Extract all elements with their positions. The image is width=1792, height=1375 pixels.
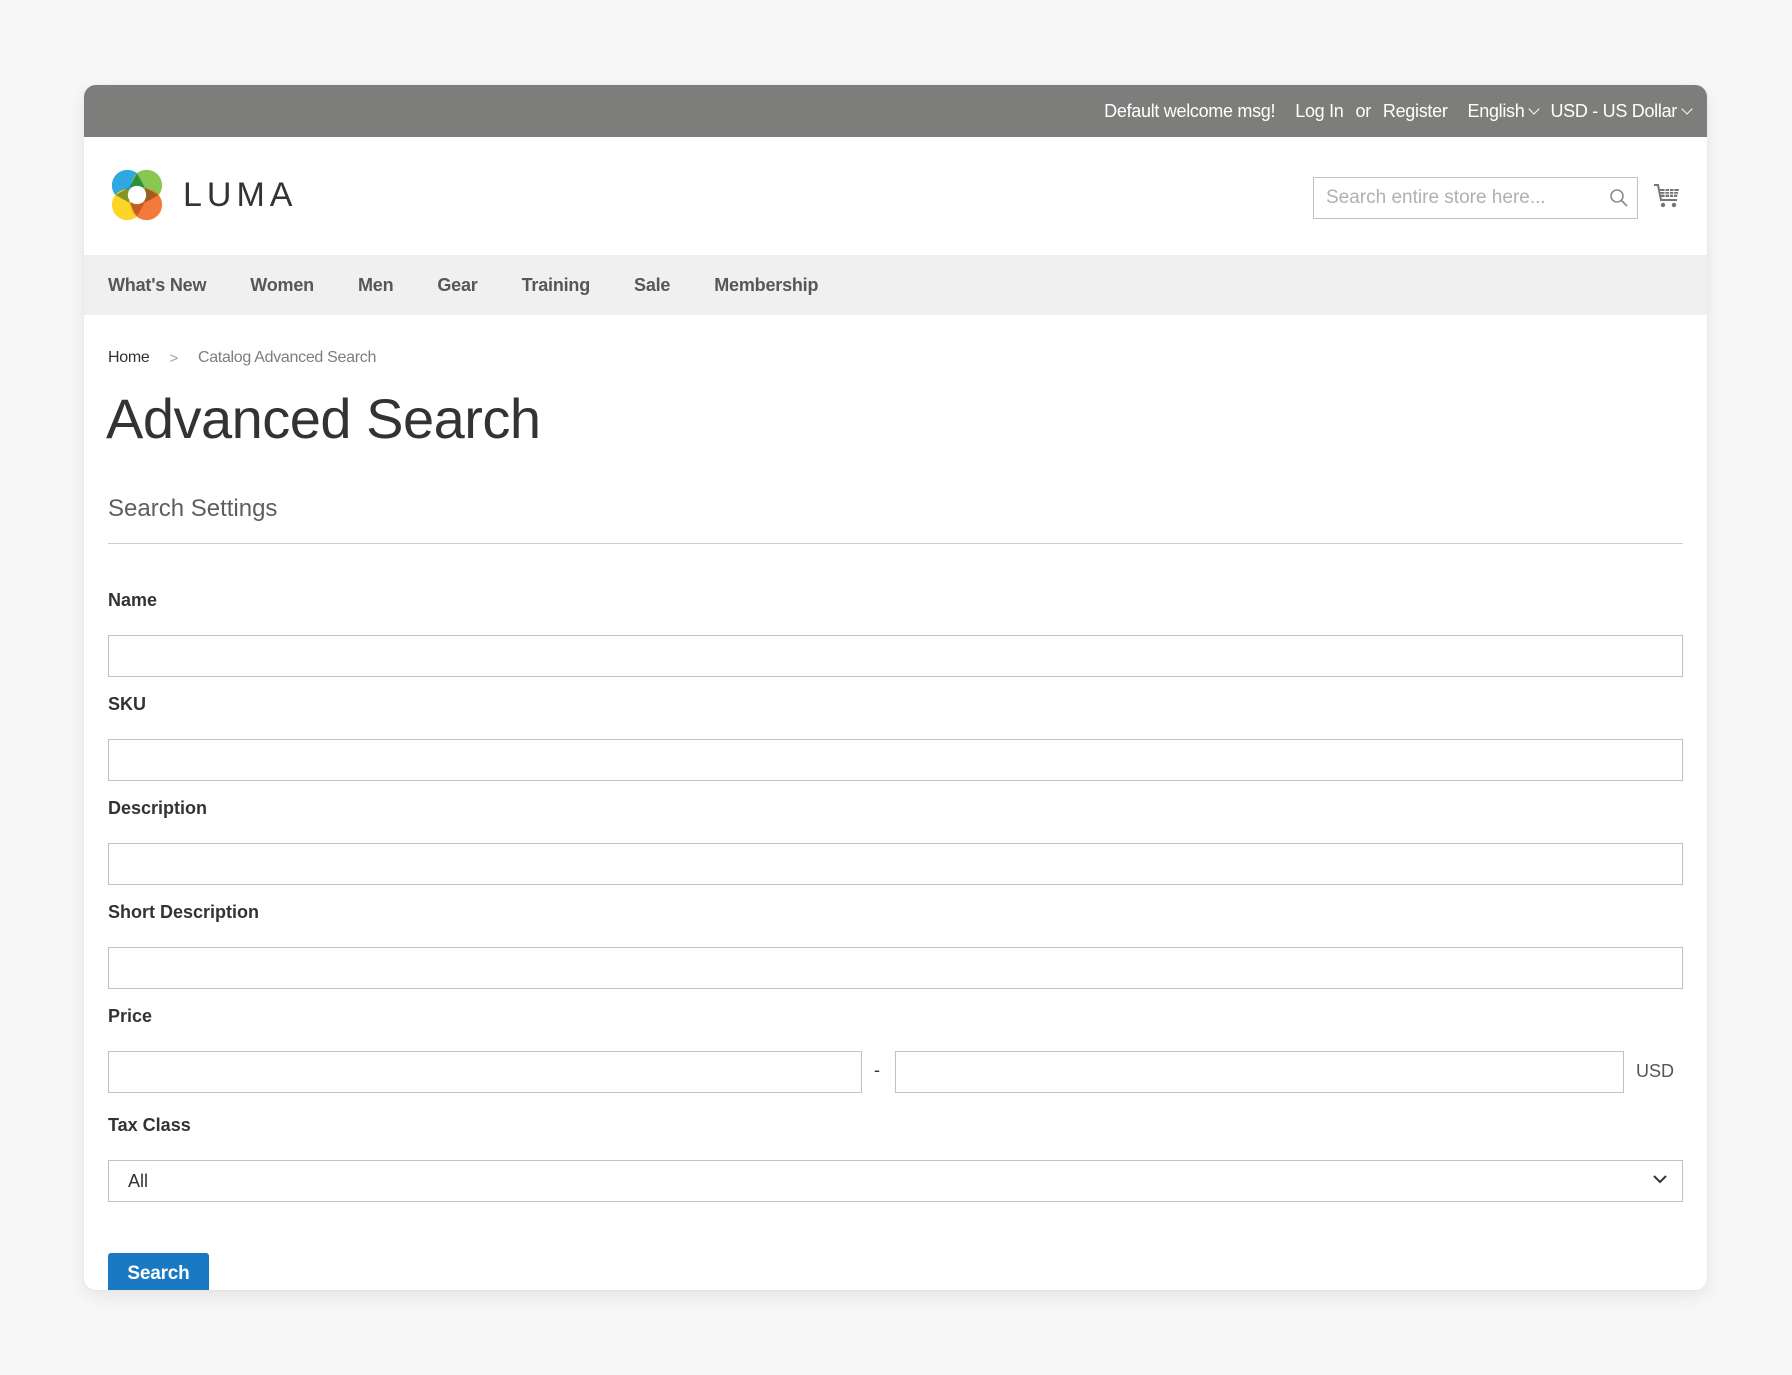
breadcrumb: Home > Catalog Advanced Search [108,349,376,367]
price-range-separator: - [874,1060,880,1080]
legend-divider [108,543,1683,544]
header: LUMA [84,137,1707,255]
short-description-input[interactable] [108,947,1683,989]
currency-switcher[interactable]: USD - US Dollar [1550,100,1693,122]
price-label: Price [108,1006,153,1026]
price-to-input[interactable] [895,1051,1624,1093]
description-label: Description [108,798,208,818]
tax-class-selected: All [128,1170,149,1191]
description-input[interactable] [108,843,1683,885]
nav-item-women[interactable]: Women [250,275,314,296]
name-input[interactable] [108,635,1683,677]
luma-logo-icon [111,169,163,221]
chevron-down-icon [1528,102,1541,115]
page-title: Advanced Search [106,387,541,450]
language-switcher[interactable]: English [1467,100,1541,122]
search-button[interactable]: Search [108,1253,209,1290]
breadcrumb-home[interactable]: Home [108,349,150,367]
store-search [1313,177,1638,219]
chevron-down-icon [1681,102,1693,115]
breadcrumb-current: Catalog Advanced Search [197,349,377,366]
cart-icon [1654,184,1679,208]
main-navigation: What's New Women Men Gear Training Sale … [84,255,1707,315]
sku-label: SKU [108,694,147,714]
nav-item-whats-new[interactable]: What's New [108,275,206,296]
nav-item-men[interactable]: Men [358,275,394,296]
breadcrumb-separator-icon: > [169,349,178,367]
nav-item-training[interactable]: Training [522,275,591,296]
chevron-down-icon [1653,1175,1667,1184]
fieldset-legend: Search Settings [108,495,278,522]
nav-item-gear[interactable]: Gear [437,275,477,296]
tax-class-label: Tax Class [108,1115,191,1135]
language-label: English [1467,100,1525,121]
store-logo[interactable]: LUMA [108,166,297,224]
currency-label: USD - US Dollar [1550,100,1677,121]
tax-class-select[interactable]: All [108,1160,1683,1202]
minicart-button[interactable] [1652,181,1682,211]
sku-input[interactable] [108,739,1683,781]
nav-item-membership[interactable]: Membership [714,275,818,296]
logo-text: LUMA [183,175,298,214]
top-panel: Default welcome msg! Log In or Register … [84,85,1707,137]
name-label: Name [108,590,158,610]
page-card: Default welcome msg! Log In or Register … [84,85,1707,1290]
search-icon[interactable] [1601,178,1637,218]
store-search-input[interactable] [1314,178,1601,218]
nav-item-sale[interactable]: Sale [634,275,670,296]
register-link[interactable]: Register [1383,101,1448,122]
welcome-message: Default welcome msg! [1104,100,1276,121]
price-from-input[interactable] [108,1051,862,1093]
login-link[interactable]: Log In [1295,101,1344,122]
price-currency: USD [1636,1061,1675,1081]
short-description-label: Short Description [108,902,260,922]
or-text: or [1355,100,1371,121]
